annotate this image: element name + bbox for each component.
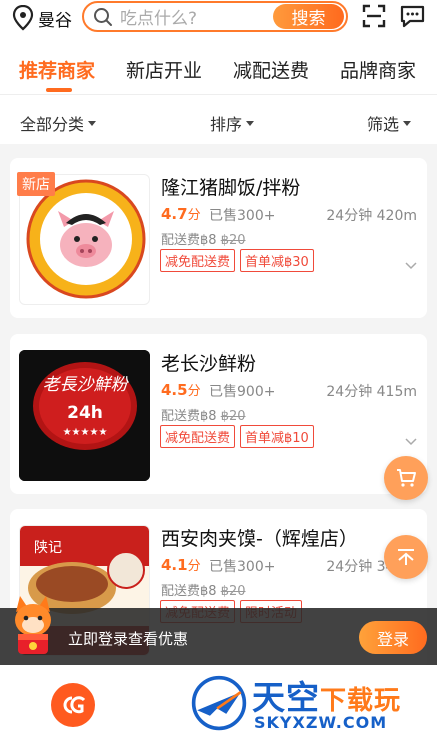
store-card[interactable]: 老長沙鮮粉 24h ★★★★★ 老长沙鲜粉 4.5分 已售900+ 24分钟 4… bbox=[10, 334, 427, 494]
filter-bar: 全部分类 排序 筛选 bbox=[0, 94, 437, 144]
store-name: 西安肉夹馍-（辉煌店） bbox=[161, 528, 358, 550]
watermark-title-b: 下载玩 bbox=[320, 686, 402, 716]
back-to-top-icon bbox=[398, 549, 414, 565]
active-tab-indicator bbox=[46, 88, 72, 92]
search-icon bbox=[94, 7, 112, 26]
screen-filter[interactable]: 筛选 bbox=[367, 111, 412, 135]
rating-unit: 分 bbox=[187, 384, 201, 399]
store-rating: 4.7分 bbox=[161, 204, 201, 223]
cart-icon bbox=[397, 469, 416, 487]
chevron-down-icon[interactable] bbox=[405, 435, 417, 447]
tab-new-stores[interactable]: 新店开业 bbox=[126, 56, 202, 83]
delivery-fee: 配送费฿8 ฿20 bbox=[161, 405, 246, 424]
sold-count: 已售300+ bbox=[209, 559, 276, 575]
watermark-title: 天空下载玩 bbox=[252, 671, 401, 719]
promo-badges: 减免配送费 首单减฿10 bbox=[160, 425, 319, 448]
rating-value: 4.1 bbox=[161, 556, 188, 574]
store-photo: 老長沙鮮粉 24h ★★★★★ bbox=[19, 350, 150, 481]
login-banner: 立即登录查看优惠 登录 bbox=[0, 608, 437, 665]
category-tabs: 推荐商家 新店开业 减配送费 品牌商家 bbox=[0, 38, 437, 94]
delivery-fee: 配送费฿8 ฿20 bbox=[161, 580, 246, 599]
rating-unit: 分 bbox=[187, 559, 201, 574]
promo-badge: 减免配送费 bbox=[160, 249, 236, 272]
delivery-eta: 24分钟 420m bbox=[326, 208, 417, 224]
watermark-sub: SKYXZW.COM bbox=[254, 713, 388, 732]
scan-icon[interactable] bbox=[362, 4, 386, 28]
location-selector[interactable]: 曼谷 bbox=[12, 5, 72, 31]
promo-badge: 减免配送费 bbox=[160, 425, 236, 448]
sold-count: 已售900+ bbox=[209, 384, 276, 400]
delivery-eta: 24分钟 415m bbox=[326, 384, 417, 400]
store-card[interactable]: 新店 隆江猪脚饭/拌粉 4.7分 已售300+ 24分钟 420m 配送费฿8 … bbox=[10, 158, 427, 318]
sort-filter[interactable]: 排序 bbox=[210, 111, 255, 135]
delivery-fee: 配送费฿8 ฿20 bbox=[161, 229, 246, 248]
location-pin-icon bbox=[12, 5, 34, 31]
caret-down-icon bbox=[246, 120, 255, 126]
new-store-tag: 新店 bbox=[17, 172, 55, 196]
mascot-icon bbox=[15, 596, 51, 654]
category-filter[interactable]: 全部分类 bbox=[20, 111, 97, 135]
fee-original: ฿20 bbox=[220, 584, 246, 599]
bottom-area: 天空下载玩 SKYXZW.COM bbox=[0, 665, 437, 737]
watermark: 天空下载玩 SKYXZW.COM bbox=[190, 671, 435, 735]
promo-badges: 减免配送费 首单减฿30 bbox=[160, 249, 319, 272]
store-rating: 4.1分 bbox=[161, 555, 201, 574]
fee-original: ฿20 bbox=[220, 409, 246, 424]
fee-label: 配送费฿8 bbox=[161, 584, 217, 599]
screen-filter-label: 筛选 bbox=[367, 115, 400, 134]
app-logo-icon bbox=[63, 696, 86, 714]
back-to-top-button[interactable] bbox=[384, 535, 428, 579]
search-box[interactable]: 吃点什么? 搜索 bbox=[82, 1, 348, 32]
svg-text:★★★★★: ★★★★★ bbox=[63, 427, 108, 438]
tab-reduced-delivery[interactable]: 减配送费 bbox=[233, 56, 309, 83]
search-input[interactable]: 吃点什么? bbox=[120, 4, 197, 29]
tab-brand-stores[interactable]: 品牌商家 bbox=[340, 56, 416, 83]
store-logo-text: 陕记 bbox=[34, 540, 62, 556]
store-name: 隆江猪脚饭/拌粉 bbox=[161, 177, 301, 199]
top-bar: 曼谷 吃点什么? 搜索 bbox=[0, 0, 437, 38]
rating-value: 4.5 bbox=[161, 381, 188, 399]
promo-badge: 首单减฿30 bbox=[240, 249, 314, 272]
sort-filter-label: 排序 bbox=[210, 115, 243, 134]
sold-count: 已售300+ bbox=[209, 208, 276, 224]
caret-down-icon bbox=[88, 120, 97, 126]
login-prompt: 立即登录查看优惠 bbox=[68, 630, 189, 648]
cart-button[interactable] bbox=[384, 456, 428, 500]
promo-badge: 首单减฿10 bbox=[240, 425, 314, 448]
fee-label: 配送费฿8 bbox=[161, 233, 217, 248]
chevron-down-icon[interactable] bbox=[405, 259, 417, 271]
store-rating: 4.5分 bbox=[161, 380, 201, 399]
rating-value: 4.7 bbox=[161, 205, 188, 223]
fee-original: ฿20 bbox=[220, 233, 246, 248]
app-logo[interactable] bbox=[51, 683, 95, 727]
caret-down-icon bbox=[403, 120, 412, 126]
category-filter-label: 全部分类 bbox=[20, 115, 85, 134]
login-button[interactable]: 登录 bbox=[359, 621, 427, 654]
store-name: 老长沙鲜粉 bbox=[161, 353, 257, 375]
plane-logo-icon bbox=[191, 675, 247, 731]
store-logo: 老長沙鮮粉 24h ★★★★★ bbox=[19, 350, 150, 481]
store-logo-sub: 24h bbox=[67, 403, 103, 423]
fee-label: 配送费฿8 bbox=[161, 409, 217, 424]
store-logo-text: 老長沙鮮粉 bbox=[43, 375, 130, 395]
rating-unit: 分 bbox=[187, 208, 201, 223]
tab-recommended[interactable]: 推荐商家 bbox=[19, 56, 95, 83]
watermark-title-a: 天空 bbox=[252, 678, 320, 717]
location-label: 曼谷 bbox=[38, 10, 72, 31]
message-icon[interactable] bbox=[400, 4, 425, 29]
search-button[interactable]: 搜索 bbox=[273, 4, 344, 29]
